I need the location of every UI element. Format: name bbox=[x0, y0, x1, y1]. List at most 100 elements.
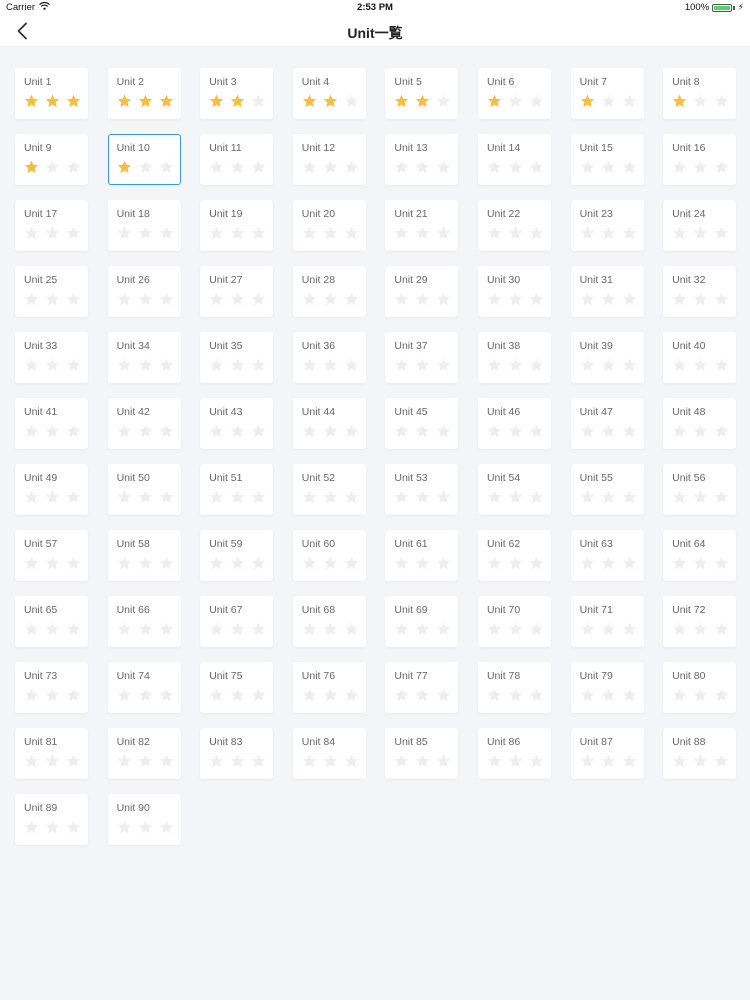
unit-card[interactable]: Unit 57 bbox=[15, 530, 88, 581]
star-empty-icon bbox=[117, 292, 131, 306]
unit-card-title: Unit 56 bbox=[672, 472, 706, 484]
unit-card[interactable]: Unit 8 bbox=[663, 68, 737, 119]
unit-card[interactable]: Unit 77 bbox=[385, 662, 459, 713]
unit-card[interactable]: Unit 25 bbox=[15, 266, 88, 317]
unit-card[interactable]: Unit 38 bbox=[477, 332, 551, 383]
unit-card[interactable]: Unit 1 bbox=[15, 68, 88, 119]
unit-card[interactable]: Unit 52 bbox=[292, 464, 366, 515]
unit-card[interactable]: Unit 56 bbox=[663, 464, 737, 515]
unit-card[interactable]: Unit 72 bbox=[663, 596, 737, 647]
star-empty-icon bbox=[66, 556, 81, 570]
unit-card[interactable]: Unit 19 bbox=[200, 200, 274, 251]
unit-card[interactable]: Unit 29 bbox=[385, 266, 459, 317]
unit-card[interactable]: Unit 89 bbox=[15, 794, 88, 845]
unit-card[interactable]: Unit 71 bbox=[570, 596, 644, 647]
unit-card[interactable]: Unit 76 bbox=[292, 662, 366, 713]
unit-card[interactable]: Unit 84 bbox=[292, 728, 366, 779]
unit-card[interactable]: Unit 12 bbox=[292, 134, 366, 185]
unit-card[interactable]: Unit 14 bbox=[477, 134, 551, 185]
unit-card[interactable]: Unit 5 bbox=[385, 68, 459, 119]
unit-card[interactable]: Unit 60 bbox=[292, 530, 366, 581]
unit-card[interactable]: Unit 54 bbox=[477, 464, 551, 515]
unit-card[interactable]: Unit 55 bbox=[570, 464, 644, 515]
star-empty-icon bbox=[416, 292, 430, 306]
unit-card[interactable]: Unit 61 bbox=[385, 530, 459, 581]
unit-card[interactable]: Unit 64 bbox=[663, 530, 737, 581]
unit-card-title: Unit 27 bbox=[209, 274, 243, 286]
unit-card[interactable]: Unit 86 bbox=[477, 728, 551, 779]
unit-card[interactable]: Unit 30 bbox=[477, 266, 551, 317]
unit-card[interactable]: Unit 62 bbox=[477, 530, 551, 581]
unit-card[interactable]: Unit 24 bbox=[663, 200, 737, 251]
unit-card[interactable]: Unit 28 bbox=[292, 266, 366, 317]
unit-card-title: Unit 54 bbox=[486, 472, 521, 484]
unit-card[interactable]: Unit 15 bbox=[570, 134, 644, 185]
unit-card[interactable]: Unit 82 bbox=[107, 728, 181, 779]
unit-card[interactable]: Unit 39 bbox=[570, 332, 644, 383]
unit-card[interactable]: Unit 58 bbox=[107, 530, 181, 581]
unit-card[interactable]: Unit 36 bbox=[292, 332, 366, 383]
unit-card[interactable]: Unit 13 bbox=[385, 134, 459, 185]
star-empty-icon bbox=[693, 160, 708, 174]
unit-card[interactable]: Unit 80 bbox=[663, 662, 737, 713]
unit-card[interactable]: Unit 4 bbox=[292, 68, 366, 119]
unit-card[interactable]: Unit 81 bbox=[15, 728, 88, 779]
unit-card[interactable]: Unit 67 bbox=[200, 596, 274, 647]
unit-card[interactable]: Unit 88 bbox=[663, 728, 737, 779]
unit-card[interactable]: Unit 20 bbox=[292, 200, 366, 251]
unit-card[interactable]: Unit 69 bbox=[385, 596, 459, 647]
unit-card[interactable]: Unit 79 bbox=[570, 662, 644, 713]
unit-card[interactable]: Unit 49 bbox=[15, 464, 88, 515]
unit-card[interactable]: Unit 10 bbox=[107, 134, 181, 185]
unit-card[interactable]: Unit 78 bbox=[477, 662, 551, 713]
unit-card[interactable]: Unit 43 bbox=[200, 398, 274, 449]
unit-card[interactable]: Unit 50 bbox=[107, 464, 181, 515]
unit-card[interactable]: Unit 35 bbox=[200, 332, 274, 383]
unit-card[interactable]: Unit 66 bbox=[107, 596, 181, 647]
unit-card[interactable]: Unit 51 bbox=[200, 464, 274, 515]
unit-card[interactable]: Unit 46 bbox=[477, 398, 551, 449]
unit-card[interactable]: Unit 3 bbox=[200, 68, 274, 119]
unit-card[interactable]: Unit 18 bbox=[107, 200, 181, 251]
unit-card[interactable]: Unit 2 bbox=[107, 68, 181, 119]
unit-card[interactable]: Unit 16 bbox=[663, 134, 737, 185]
unit-card[interactable]: Unit 21 bbox=[385, 200, 459, 251]
unit-card[interactable]: Unit 6 bbox=[477, 68, 551, 119]
unit-card[interactable]: Unit 73 bbox=[15, 662, 88, 713]
unit-card[interactable]: Unit 48 bbox=[663, 398, 737, 449]
unit-card[interactable]: Unit 31 bbox=[570, 266, 644, 317]
unit-card[interactable]: Unit 83 bbox=[200, 728, 274, 779]
unit-card[interactable]: Unit 53 bbox=[385, 464, 459, 515]
unit-card[interactable]: Unit 75 bbox=[200, 662, 274, 713]
star-empty-icon bbox=[66, 754, 81, 768]
unit-card[interactable]: Unit 45 bbox=[385, 398, 459, 449]
unit-card[interactable]: Unit 90 bbox=[107, 794, 181, 845]
unit-card[interactable]: Unit 42 bbox=[107, 398, 181, 449]
unit-card[interactable]: Unit 27 bbox=[200, 266, 274, 317]
unit-card[interactable]: Unit 33 bbox=[15, 332, 88, 383]
unit-card[interactable]: Unit 22 bbox=[477, 200, 551, 251]
unit-card[interactable]: Unit 87 bbox=[570, 728, 644, 779]
unit-card[interactable]: Unit 47 bbox=[570, 398, 644, 449]
unit-card[interactable]: Unit 40 bbox=[663, 332, 737, 383]
unit-card[interactable]: Unit 23 bbox=[570, 200, 644, 251]
unit-card[interactable]: Unit 85 bbox=[385, 728, 459, 779]
unit-card[interactable]: Unit 65 bbox=[15, 596, 88, 647]
unit-card[interactable]: Unit 32 bbox=[663, 266, 737, 317]
unit-card[interactable]: Unit 70 bbox=[477, 596, 551, 647]
unit-card[interactable]: Unit 7 bbox=[570, 68, 644, 119]
unit-card[interactable]: Unit 11 bbox=[200, 134, 274, 185]
unit-card[interactable]: Unit 17 bbox=[15, 200, 88, 251]
unit-card[interactable]: Unit 41 bbox=[15, 398, 88, 449]
star-empty-icon bbox=[714, 490, 729, 504]
star-empty-icon bbox=[24, 424, 39, 438]
unit-card[interactable]: Unit 59 bbox=[200, 530, 274, 581]
unit-card[interactable]: Unit 74 bbox=[107, 662, 181, 713]
unit-card[interactable]: Unit 34 bbox=[107, 332, 181, 383]
unit-card[interactable]: Unit 26 bbox=[107, 266, 181, 317]
unit-card[interactable]: Unit 44 bbox=[292, 398, 366, 449]
unit-card[interactable]: Unit 9 bbox=[15, 134, 88, 185]
unit-card[interactable]: Unit 37 bbox=[385, 332, 459, 383]
unit-card[interactable]: Unit 63 bbox=[570, 530, 644, 581]
unit-card[interactable]: Unit 68 bbox=[292, 596, 366, 647]
